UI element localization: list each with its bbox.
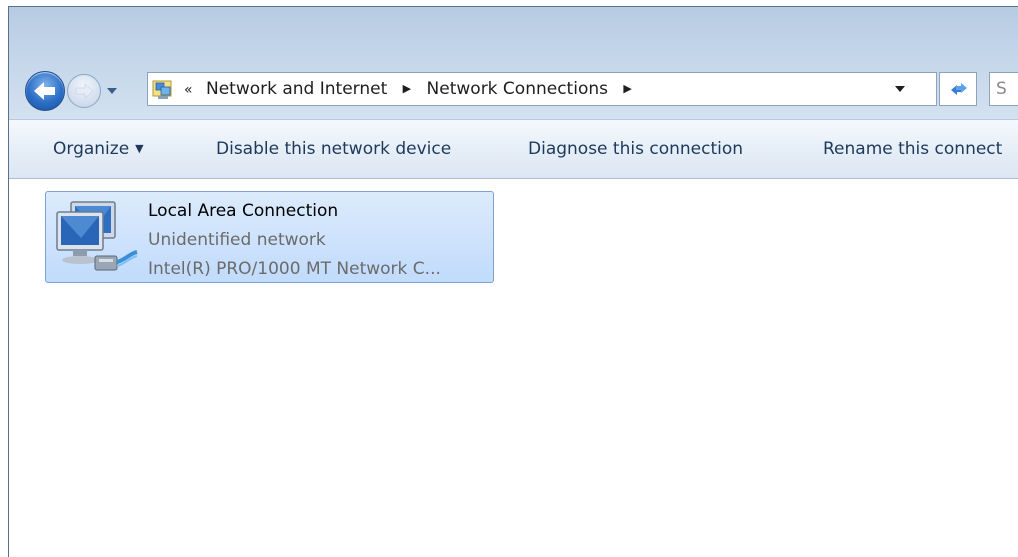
breadcrumb-overflow[interactable]: « [184,74,193,106]
connection-device: Intel(R) PRO/1000 MT Network C... [148,259,441,279]
breadcrumb-separator[interactable]: ▶ [403,73,411,105]
back-arrow-icon [34,82,55,100]
address-bar[interactable]: « Network and Internet ▶ Network Connect… [147,72,937,106]
breadcrumb: « Network and Internet ▶ Network Connect… [184,73,642,105]
list-item[interactable]: Local Area Connection Unidentified netwo… [45,191,494,283]
title-bar: « Network and Internet ▶ Network Connect… [9,7,1018,119]
search-input[interactable]: S [989,72,1018,106]
chevron-down-icon[interactable] [894,84,906,94]
connection-name: Local Area Connection [148,201,339,221]
connections-list: Local Area Connection Unidentified netwo… [9,179,1018,557]
breadcrumb-network-and-internet[interactable]: Network and Internet [206,73,387,105]
forward-button[interactable] [67,74,101,108]
rename-connection-button[interactable]: Rename this connect [823,139,1002,159]
chevron-down-icon[interactable] [105,85,119,97]
connection-status: Unidentified network [148,230,326,250]
forward-arrow-icon [75,83,94,99]
connection-details: Local Area Connection Unidentified netwo… [148,197,441,284]
organize-label: Organize [53,139,130,159]
network-adapter-icon [56,201,138,271]
diagnose-connection-button[interactable]: Diagnose this connection [528,139,743,159]
chevron-down-icon: ▼ [135,142,144,155]
back-button[interactable] [25,71,65,111]
refresh-icon [951,83,967,95]
command-bar: Organize ▼ Disable this network device Di… [9,119,1018,179]
network-connections-icon [152,80,172,99]
refresh-button[interactable] [939,72,977,106]
breadcrumb-separator[interactable]: ▶ [623,73,631,105]
explorer-window: « Network and Internet ▶ Network Connect… [8,6,1018,557]
disable-device-button[interactable]: Disable this network device [216,139,451,159]
organize-button[interactable]: Organize ▼ [53,139,144,159]
breadcrumb-network-connections[interactable]: Network Connections [427,73,608,105]
